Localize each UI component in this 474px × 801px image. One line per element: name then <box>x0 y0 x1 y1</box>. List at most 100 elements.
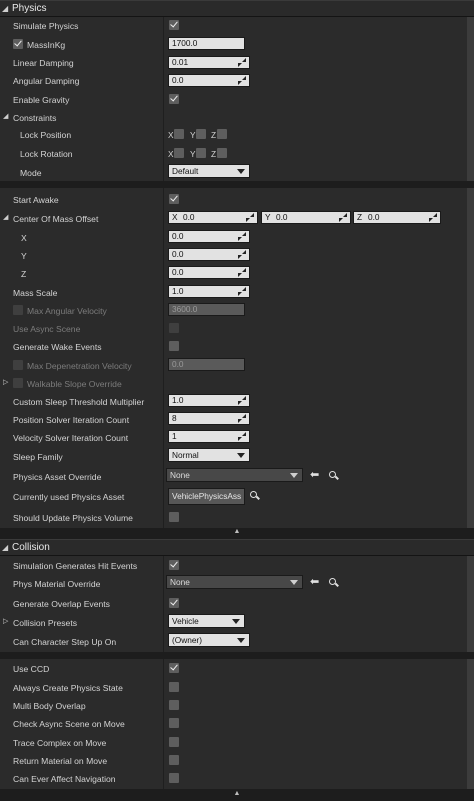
linear-damping-field[interactable]: 0.01 <box>168 56 250 69</box>
scrollbar[interactable] <box>467 659 474 789</box>
lock-position-y-checkbox[interactable] <box>196 129 206 139</box>
search-icon[interactable] <box>250 491 259 500</box>
lock-rotation-x-checkbox[interactable] <box>174 148 184 158</box>
generate-overlap-events-checkbox[interactable] <box>169 598 179 608</box>
start-awake-checkbox[interactable] <box>169 194 179 204</box>
velocity-solver-value: 1 <box>172 431 177 441</box>
chevron-down-icon <box>237 638 245 643</box>
y-row-field[interactable]: 0.0 <box>168 248 250 261</box>
generate-wake-events-checkbox[interactable] <box>169 341 179 351</box>
com-z-axis-label: Z <box>357 212 363 222</box>
return-material-on-move-label: Return Material on Move <box>13 756 108 766</box>
com-z-field[interactable]: Z 0.0 <box>353 211 441 224</box>
angular-damping-field[interactable]: 0.0 <box>168 74 250 87</box>
custom-sleep-threshold-field[interactable]: 1.0 <box>168 394 250 407</box>
z-row-field[interactable]: 0.0 <box>168 266 250 279</box>
can-ever-affect-navigation-label: Can Ever Affect Navigation <box>13 774 116 784</box>
simulate-physics-checkbox[interactable] <box>169 20 179 30</box>
max-depenetration-velocity-checkbox[interactable] <box>13 360 23 370</box>
angular-damping-value: 0.0 <box>172 75 184 85</box>
lock-rotation-y-checkbox[interactable] <box>196 148 206 158</box>
multi-body-overlap-checkbox[interactable] <box>169 700 179 710</box>
mass-in-kg-field[interactable]: 1700.0 <box>168 37 245 50</box>
max-angular-velocity-checkbox[interactable] <box>13 305 23 315</box>
lock-rotation-label: Lock Rotation <box>20 149 73 159</box>
drag-spin-icon[interactable] <box>238 268 247 277</box>
always-create-physics-state-checkbox[interactable] <box>169 682 179 692</box>
drag-spin-icon[interactable] <box>238 287 247 296</box>
generate-wake-events-label: Generate Wake Events <box>13 342 102 352</box>
walkable-slope-override-checkbox[interactable] <box>13 378 23 388</box>
search-icon[interactable] <box>329 471 338 480</box>
always-create-physics-state-label: Always Create Physics State <box>13 683 123 693</box>
can-character-step-up-on-dropdown[interactable]: (Owner) <box>168 633 250 647</box>
mass-scale-field[interactable]: 1.0 <box>168 285 250 298</box>
drag-spin-icon[interactable] <box>238 58 247 67</box>
drag-spin-icon[interactable] <box>238 250 247 259</box>
physics-section-header[interactable]: ◢ Physics <box>0 0 474 17</box>
chevron-down-icon <box>237 169 245 174</box>
velocity-solver-field[interactable]: 1 <box>168 430 250 443</box>
max-depenetration-velocity-field: 0.0 <box>168 358 245 371</box>
enable-gravity-checkbox[interactable] <box>169 94 179 104</box>
z-row-label: Z <box>21 269 27 279</box>
axis-y-label: Y <box>190 149 196 159</box>
com-y-value: 0.0 <box>276 212 288 222</box>
collision-presets-expand-icon[interactable]: ▷ <box>3 617 8 625</box>
drag-spin-icon[interactable] <box>246 213 255 222</box>
collision-advanced-collapse-icon[interactable]: ▲ <box>0 790 474 800</box>
drag-spin-icon[interactable] <box>339 213 348 222</box>
scrollbar[interactable] <box>467 188 474 528</box>
scrollbar[interactable] <box>467 17 474 181</box>
chevron-down-icon <box>290 473 298 478</box>
center-of-mass-expand-icon[interactable]: ◢ <box>3 213 8 221</box>
check-async-scene-on-move-checkbox[interactable] <box>169 718 179 728</box>
currently-used-physics-asset-label: Currently used Physics Asset <box>13 492 125 502</box>
position-solver-field[interactable]: 8 <box>168 412 250 425</box>
left-arrow-icon[interactable]: ⬅ <box>310 577 322 588</box>
drag-spin-icon[interactable] <box>238 414 247 423</box>
mass-in-kg-override-checkbox[interactable] <box>13 39 23 49</box>
walkable-slope-expand-icon[interactable]: ▷ <box>3 378 8 386</box>
physics-advanced-collapse-icon[interactable]: ▲ <box>0 528 474 538</box>
sim-generates-hit-events-label: Simulation Generates Hit Events <box>13 561 138 571</box>
mode-value: Default <box>172 166 199 176</box>
mode-dropdown[interactable]: Default <box>168 164 250 178</box>
drag-spin-icon[interactable] <box>429 213 438 222</box>
x-row-field[interactable]: 0.0 <box>168 230 250 243</box>
lock-rotation-z-checkbox[interactable] <box>217 148 227 158</box>
collision-section-header[interactable]: ◢ Collision <box>0 539 474 556</box>
linear-damping-label: Linear Damping <box>13 58 74 68</box>
com-x-field[interactable]: X 0.0 <box>168 211 258 224</box>
scrollbar[interactable] <box>467 556 474 652</box>
return-material-on-move-checkbox[interactable] <box>169 755 179 765</box>
left-arrow-icon[interactable]: ⬅ <box>310 470 322 481</box>
collision-presets-value: Vehicle <box>172 616 199 626</box>
should-update-physics-volume-checkbox[interactable] <box>169 512 179 522</box>
currently-used-physics-asset-field: VehiclePhysicsAss <box>168 488 245 505</box>
physics-asset-override-dropdown[interactable]: None <box>166 468 303 482</box>
sleep-family-label: Sleep Family <box>13 452 63 462</box>
chevron-down-icon <box>290 580 298 585</box>
section-collapse-icon[interactable]: ◢ <box>2 4 8 13</box>
phys-material-override-label: Phys Material Override <box>13 579 101 589</box>
collision-header-title: Collision <box>12 542 50 553</box>
search-icon[interactable] <box>329 578 338 587</box>
drag-spin-icon[interactable] <box>238 76 247 85</box>
com-y-field[interactable]: Y 0.0 <box>261 211 351 224</box>
constraints-expand-icon[interactable]: ◢ <box>3 112 8 120</box>
can-ever-affect-navigation-checkbox[interactable] <box>169 773 179 783</box>
sim-generates-hit-events-checkbox[interactable] <box>169 560 179 570</box>
drag-spin-icon[interactable] <box>238 396 247 405</box>
sleep-family-dropdown[interactable]: Normal <box>168 448 250 462</box>
phys-material-override-dropdown[interactable]: None <box>166 575 303 589</box>
use-ccd-checkbox[interactable] <box>169 663 179 673</box>
drag-spin-icon[interactable] <box>238 432 247 441</box>
collision-presets-dropdown[interactable]: Vehicle <box>168 614 245 628</box>
drag-spin-icon[interactable] <box>238 232 247 241</box>
velocity-solver-label: Velocity Solver Iteration Count <box>13 433 129 443</box>
lock-position-z-checkbox[interactable] <box>217 129 227 139</box>
trace-complex-on-move-checkbox[interactable] <box>169 737 179 747</box>
section-collapse-icon[interactable]: ◢ <box>2 543 8 552</box>
lock-position-x-checkbox[interactable] <box>174 129 184 139</box>
